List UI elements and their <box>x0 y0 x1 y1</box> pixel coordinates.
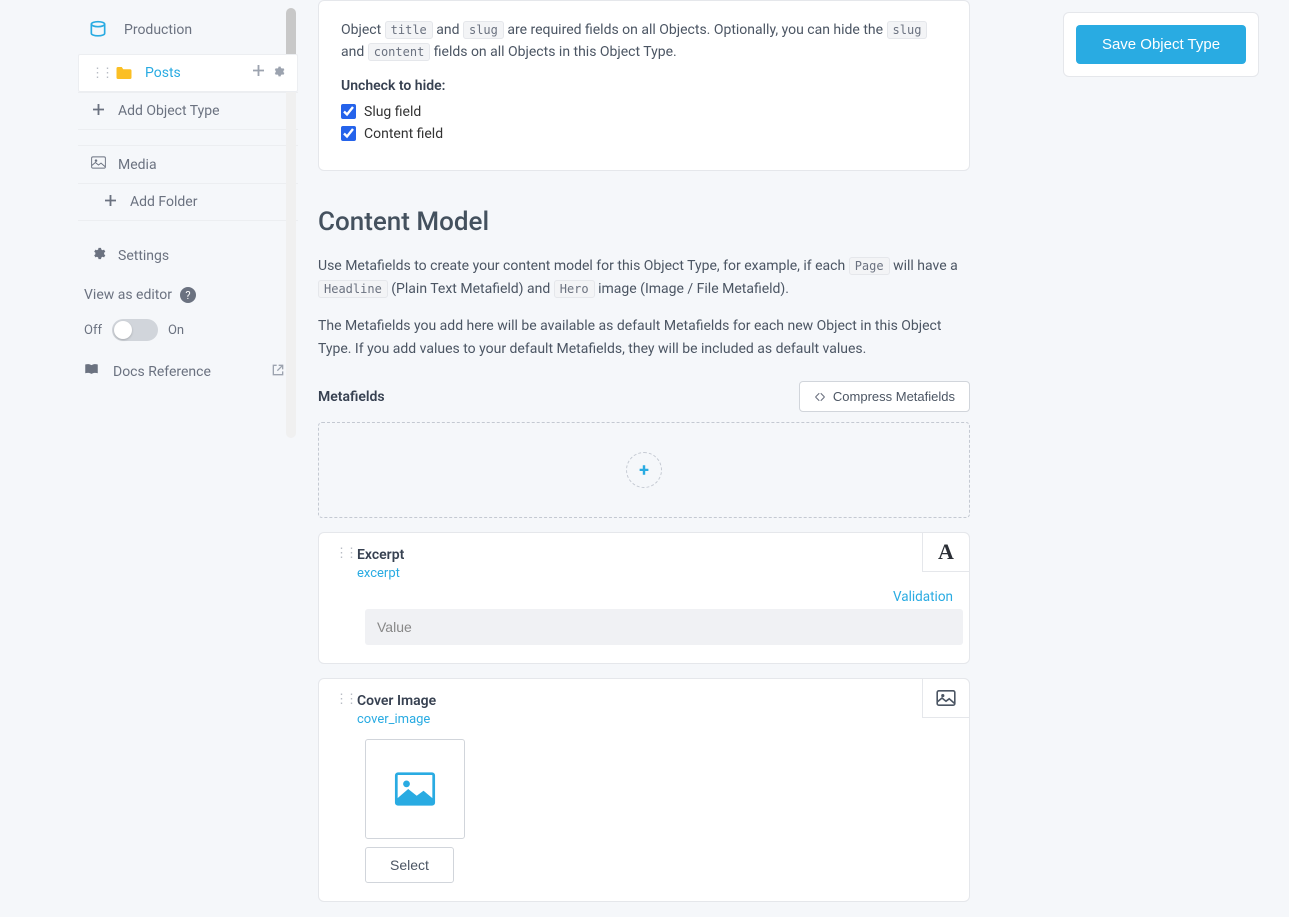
content-field-checkbox[interactable] <box>341 126 356 141</box>
view-as-editor-toggle-row: Off On <box>78 309 298 351</box>
code-slug-2: slug <box>887 21 928 39</box>
content-model-desc-1: Use Metafields to create your content mo… <box>318 255 970 301</box>
bucket-selector[interactable]: Production <box>78 10 298 54</box>
plus-icon <box>90 104 106 119</box>
plus-icon: + <box>639 460 649 481</box>
content-model-heading: Content Model <box>318 207 970 237</box>
metafield-excerpt-card: A Excerpt excerpt Validation <box>318 532 970 664</box>
drag-handle-icon[interactable] <box>335 696 347 703</box>
view-as-editor-toggle[interactable] <box>112 319 158 341</box>
metafield-title: Cover Image <box>357 693 436 709</box>
sidebar-add-folder[interactable]: Add Folder <box>78 183 298 220</box>
save-card: Save Object Type <box>1063 12 1259 77</box>
save-object-type-button[interactable]: Save Object Type <box>1076 25 1246 64</box>
main-content: Object title and slug are required field… <box>298 0 1063 917</box>
code-headline: Headline <box>318 280 388 298</box>
metafield-slug: cover_image <box>357 712 436 727</box>
folder-icon <box>115 65 133 81</box>
code-hero: Hero <box>554 280 595 298</box>
compress-icon <box>814 391 826 403</box>
default-fields-description: Object title and slug are required field… <box>341 19 947 64</box>
gear-icon <box>90 246 106 265</box>
sidebar-item-label: Docs Reference <box>113 364 211 380</box>
image-placeholder-icon <box>394 772 436 806</box>
sidebar-item-label: Add Folder <box>130 194 197 210</box>
image-type-icon <box>936 690 956 706</box>
bucket-name: Production <box>124 22 192 38</box>
sidebar-item-label: Media <box>118 157 157 173</box>
sidebar-docs-reference[interactable]: Docs Reference <box>78 351 298 392</box>
view-as-editor-label: View as editor ? <box>78 275 298 309</box>
metafield-type-text-badge[interactable]: A <box>922 532 970 572</box>
metafield-title: Excerpt <box>357 547 404 563</box>
code-content: content <box>368 43 431 61</box>
code-slug: slug <box>463 21 504 39</box>
sidebar-add-object-type[interactable]: Add Object Type <box>78 92 298 129</box>
slug-field-checkbox[interactable] <box>341 104 356 119</box>
code-title: title <box>385 21 433 39</box>
content-field-label: Content field <box>364 126 443 142</box>
validation-link[interactable]: Validation <box>893 589 953 605</box>
metafield-slug: excerpt <box>357 566 404 581</box>
content-model-desc-2: The Metafields you add here will be avai… <box>318 315 970 361</box>
right-sidebar: Save Object Type <box>1063 0 1289 917</box>
sidebar-item-media[interactable]: Media <box>78 145 298 183</box>
book-icon <box>84 363 99 380</box>
toggle-off-label: Off <box>84 323 102 338</box>
metafield-cover-image-card: Cover Image cover_image Select <box>318 678 970 902</box>
metafield-type-image-badge[interactable] <box>922 678 970 718</box>
external-link-icon <box>272 364 284 379</box>
sidebar: Production Posts Add Object Type Media A… <box>0 0 298 917</box>
sidebar-item-settings[interactable]: Settings <box>78 236 298 275</box>
image-icon <box>90 156 106 173</box>
metafields-label: Metafields <box>318 389 385 405</box>
help-icon[interactable]: ? <box>180 287 196 303</box>
sidebar-item-label: Settings <box>118 248 169 264</box>
plus-icon <box>102 195 118 210</box>
metafield-value-input[interactable] <box>365 609 963 645</box>
default-fields-card: Object title and slug are required field… <box>318 0 970 171</box>
select-image-button[interactable]: Select <box>365 847 454 883</box>
add-icon[interactable] <box>253 65 264 81</box>
toggle-knob <box>114 321 132 339</box>
bucket-icon <box>88 20 108 40</box>
sidebar-item-label: Posts <box>145 65 181 81</box>
slug-field-label: Slug field <box>364 104 421 120</box>
code-page: Page <box>849 257 890 275</box>
drag-handle-icon[interactable] <box>335 550 347 557</box>
compress-metafields-button[interactable]: Compress Metafields <box>799 381 970 412</box>
uncheck-to-hide-label: Uncheck to hide: <box>341 78 947 94</box>
add-metafield-dropzone[interactable]: + <box>318 422 970 518</box>
image-placeholder[interactable] <box>365 739 465 839</box>
add-metafield-button[interactable]: + <box>626 452 662 488</box>
sidebar-item-posts[interactable]: Posts <box>78 54 298 92</box>
gear-icon[interactable] <box>272 65 285 81</box>
sidebar-item-label: Add Object Type <box>118 103 220 119</box>
drag-handle-icon[interactable] <box>91 70 103 77</box>
toggle-on-label: On <box>168 323 184 338</box>
text-type-icon: A <box>938 539 954 565</box>
